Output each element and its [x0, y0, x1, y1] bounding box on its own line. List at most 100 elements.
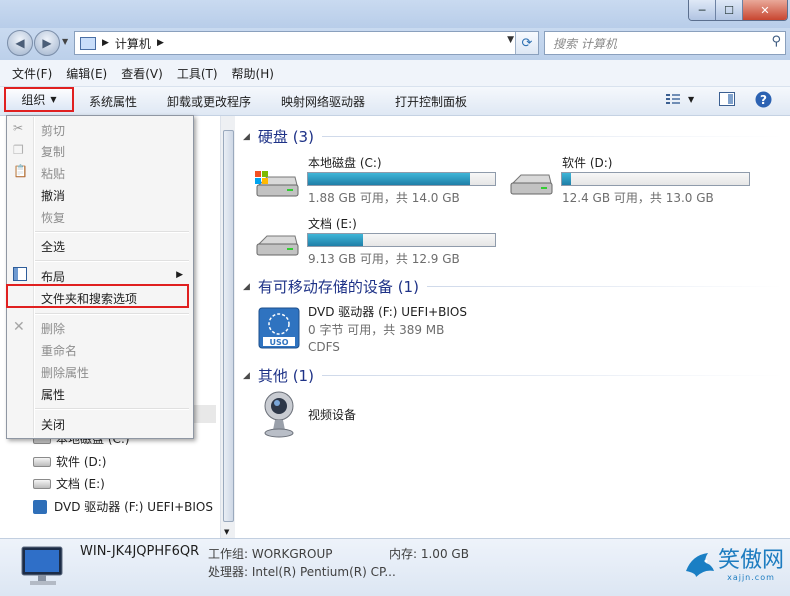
help-icon[interactable]: ?: [755, 91, 772, 108]
group-header-other[interactable]: ◢ 其他 (1): [243, 365, 783, 386]
tree-item-e[interactable]: 文档 (E:): [33, 475, 105, 492]
system-drive-icon: [255, 171, 299, 197]
uninstall-program-button[interactable]: 卸载或更改程序: [167, 93, 251, 110]
menu-item-cut[interactable]: 剪切: [41, 122, 65, 139]
menu-tools[interactable]: 工具(T): [171, 65, 224, 82]
hard-drive-icon: [510, 174, 553, 195]
watermark-title: 笑傲网: [717, 547, 784, 573]
menu-item-undo[interactable]: 撤消: [41, 187, 65, 204]
breadcrumb-chevron-icon[interactable]: ▶: [157, 38, 164, 48]
computer-name: WIN-JK4JQPHF6QR: [80, 544, 200, 559]
menu-item-folder-options[interactable]: 文件夹和搜索选项: [41, 290, 137, 307]
webcam-icon: [264, 391, 294, 438]
back-button[interactable]: ◀: [7, 30, 33, 56]
layout-icon: [13, 267, 27, 281]
menu-item-layout[interactable]: 布局: [41, 268, 65, 285]
open-control-panel-button[interactable]: 打开控制面板: [395, 93, 467, 110]
title-bar: ─ ☐ ✕: [0, 0, 790, 28]
group-header-hard-disk[interactable]: ◢ 硬盘 (3): [243, 126, 783, 147]
group-title: 有可移动存储的设备 (1): [257, 278, 419, 296]
drive-capacity: 1.88 GB 可用，共 14.0 GB: [308, 191, 460, 205]
drive-name: DVD 驱动器 (F:) UEFI+BIOS: [308, 305, 467, 319]
menu-item-redo[interactable]: 恢复: [41, 209, 65, 226]
menu-item-delete[interactable]: 删除: [41, 320, 65, 337]
address-bar[interactable]: ▶ 计算机 ▶ ▼ ⟳: [74, 31, 539, 55]
usage-fill: [308, 173, 470, 185]
forward-button[interactable]: ▶: [34, 30, 60, 56]
group-title: 硬盘 (3): [257, 128, 314, 146]
recent-pages-dropdown[interactable]: ▼: [62, 37, 68, 46]
menu-help[interactable]: 帮助(H): [226, 65, 280, 82]
details-pane: WIN-JK4JQPHF6QR 工作组: WORKGROUP 内存: 1.00 …: [0, 538, 790, 596]
menu-item-select-all[interactable]: 全选: [41, 238, 65, 255]
menu-item-properties[interactable]: 属性: [41, 386, 65, 403]
window-controls: ─ ☐ ✕: [688, 0, 788, 21]
menu-separator: [35, 260, 189, 262]
tree-item-f[interactable]: DVD 驱动器 (F:) UEFI+BIOS: [33, 498, 213, 515]
nav-scrollbar[interactable]: ▼: [220, 116, 235, 538]
menu-bar: 文件(F) 编辑(E) 查看(V) 工具(T) 帮助(H): [0, 60, 790, 87]
svg-text:USO: USO: [269, 338, 288, 347]
refresh-icon: ⟳: [521, 35, 533, 51]
drive-usage-bar: [307, 233, 496, 247]
group-divider: [426, 286, 783, 287]
shark-logo-icon: [685, 553, 714, 577]
maximize-button[interactable]: ☐: [715, 0, 742, 20]
tree-label: 软件 (D:): [56, 455, 107, 469]
search-box[interactable]: 搜索 计算机 ⚲: [544, 31, 786, 55]
command-bar: 组织 ▼ 系统属性 卸载或更改程序 映射网络驱动器 打开控制面板 ▼ ?: [0, 87, 790, 116]
device-name: 视频设备: [308, 408, 357, 422]
search-input[interactable]: 搜索 计算机: [553, 35, 617, 52]
menu-edit[interactable]: 编辑(E): [60, 65, 113, 82]
drive-usage-bar: [561, 172, 750, 186]
tree-label: 文档 (E:): [56, 477, 105, 491]
forward-arrow-icon: ▶: [42, 36, 52, 50]
usage-fill: [308, 234, 363, 246]
computer-monitor-icon: [21, 546, 63, 585]
delete-icon: ✕: [13, 319, 25, 335]
drive-name: 文档 (E:): [308, 217, 357, 231]
scrollbar-thumb[interactable]: [223, 130, 234, 522]
group-header-removable[interactable]: ◢ 有可移动存储的设备 (1): [243, 276, 783, 297]
content-pane: ◢ 硬盘 (3) 本地磁盘 (C:) 1.88 GB 可用，共 14.0 GB …: [235, 116, 790, 538]
menu-separator: [35, 408, 189, 410]
close-button[interactable]: ✕: [742, 0, 787, 20]
menu-separator: [35, 313, 189, 315]
svg-text:?: ?: [760, 93, 767, 107]
tree-item-d[interactable]: 软件 (D:): [33, 453, 106, 470]
view-options-icon[interactable]: [666, 93, 680, 105]
hard-drive-icon: [33, 478, 51, 489]
watermark: 笑傲网 xajjn.com: [682, 547, 784, 583]
organize-label: 组织: [21, 93, 46, 107]
menu-item-copy[interactable]: 复制: [41, 143, 65, 160]
menu-view[interactable]: 查看(V): [115, 65, 169, 82]
menu-item-rename[interactable]: 重命名: [41, 342, 77, 359]
usage-fill: [562, 173, 571, 185]
watermark-text: 笑傲网 xajjn.com: [717, 547, 784, 582]
refresh-button[interactable]: ⟳: [515, 32, 538, 54]
collapse-triangle-icon: ◢: [243, 370, 250, 381]
dvd-drive-icon: [33, 499, 47, 514]
breadcrumb-computer[interactable]: 计算机: [115, 35, 151, 52]
hard-drive-icon: [256, 235, 299, 256]
minimize-button[interactable]: ─: [689, 0, 715, 20]
group-title: 其他 (1): [257, 367, 314, 385]
menu-item-paste[interactable]: 粘贴: [41, 165, 65, 182]
system-properties-button[interactable]: 系统属性: [89, 93, 137, 110]
map-network-drive-button[interactable]: 映射网络驱动器: [281, 93, 365, 110]
menu-file[interactable]: 文件(F): [6, 65, 58, 82]
drive-filesystem: CDFS: [308, 340, 340, 354]
menu-separator: [35, 231, 189, 233]
hard-drive-icon: [33, 456, 51, 467]
menu-item-close[interactable]: 关闭: [41, 416, 65, 433]
organize-button[interactable]: 组织 ▼: [4, 87, 74, 112]
search-icon[interactable]: ⚲: [771, 34, 781, 49]
scroll-down-icon[interactable]: ▼: [224, 528, 229, 536]
menu-item-remove-properties[interactable]: 删除属性: [41, 364, 89, 381]
address-dropdown-icon[interactable]: ▼: [507, 35, 514, 45]
dvd-iso-icon: USO: [258, 307, 300, 349]
preview-pane-icon[interactable]: [719, 92, 735, 106]
submenu-arrow-icon: ▶: [176, 270, 183, 280]
group-divider: [321, 136, 783, 137]
view-dropdown-icon[interactable]: ▼: [688, 95, 694, 104]
